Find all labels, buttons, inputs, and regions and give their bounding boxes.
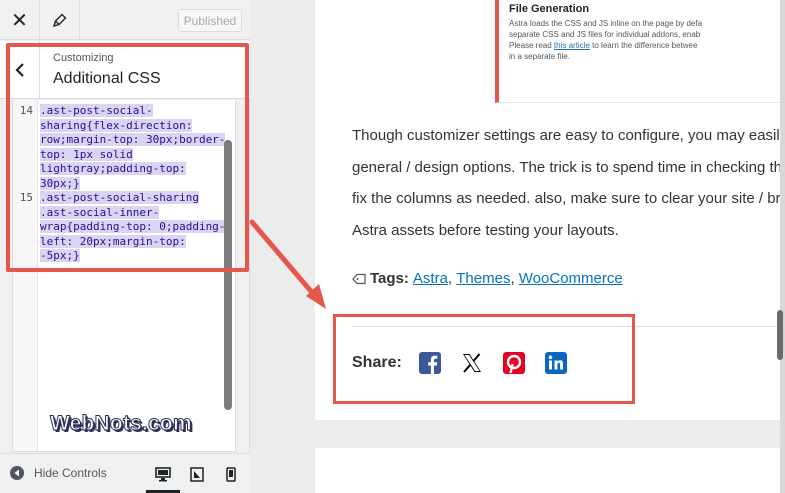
customizer-footer: Hide Controls (0, 453, 250, 493)
tablet-preview-button[interactable] (187, 464, 207, 484)
customizer-panel: ✕ Published Customizing Additional CSS ?… (0, 0, 250, 493)
published-button[interactable]: Published (178, 9, 242, 32)
article-paragraph: Though customizer settings are easy to c… (352, 120, 780, 246)
paintbrush-icon (52, 13, 66, 27)
screenshot-line: Please read this article to learn the di… (509, 40, 779, 51)
paragraph-line: Astra assets before testing your layouts… (352, 221, 619, 239)
highlight-box-css (6, 43, 249, 272)
highlight-box-share (333, 314, 635, 404)
tag-link-woocommerce[interactable]: WooCommerce (519, 270, 623, 287)
tag-icon (352, 273, 366, 284)
post-tags: Tags: Astra, Themes, WooCommerce (352, 270, 623, 287)
paragraph-line: Though customizer settings are easy to c… (352, 127, 780, 144)
tag-link-themes[interactable]: Themes (456, 270, 510, 287)
tag-separator: , (447, 270, 453, 287)
desktop-icon (155, 466, 171, 481)
close-icon: ✕ (11, 9, 28, 32)
screenshot-line: separate CSS and JS files for individual… (509, 30, 701, 39)
screenshot-body: Astra loads the CSS and JS inline on the… (509, 18, 779, 62)
tag-separator: , (510, 270, 515, 287)
preview-scrollbar[interactable] (777, 310, 783, 360)
paragraph-line: fix the columns as needed. also, make su… (352, 190, 780, 207)
tags-label: Tags: (370, 270, 409, 287)
tablet-icon (190, 466, 204, 482)
collapse-icon (10, 466, 24, 480)
screenshot-line: Astra loads the CSS and JS inline on the… (509, 19, 703, 28)
screenshot-line: in a separate file. (509, 52, 570, 61)
desktop-preview-button[interactable] (153, 464, 173, 484)
customizer-topbar: ✕ Published (0, 0, 250, 40)
screenshot-title: File Generation (509, 3, 590, 15)
edit-theme-button[interactable] (40, 0, 80, 40)
mobile-preview-button[interactable] (221, 464, 241, 484)
close-button[interactable]: ✕ (0, 0, 40, 40)
lower-content-block (315, 448, 780, 493)
mobile-icon (226, 466, 236, 482)
site-preview: File Generation Astra loads the CSS and … (250, 0, 785, 493)
hide-controls-label: Hide Controls (34, 466, 107, 480)
screenshot-text: to learn the difference betwee (589, 41, 698, 50)
hide-controls-button[interactable]: Hide Controls (10, 466, 107, 480)
screenshot-link[interactable]: this article (554, 41, 590, 50)
screenshot-text: Please read (509, 41, 554, 50)
paragraph-line: general / design options. The trick is t… (352, 158, 780, 176)
window-edge (780, 0, 785, 493)
tag-link-astra[interactable]: Astra (413, 270, 448, 287)
article-screenshot: File Generation Astra loads the CSS and … (495, 0, 780, 103)
watermark: WebNots.com (50, 412, 193, 436)
